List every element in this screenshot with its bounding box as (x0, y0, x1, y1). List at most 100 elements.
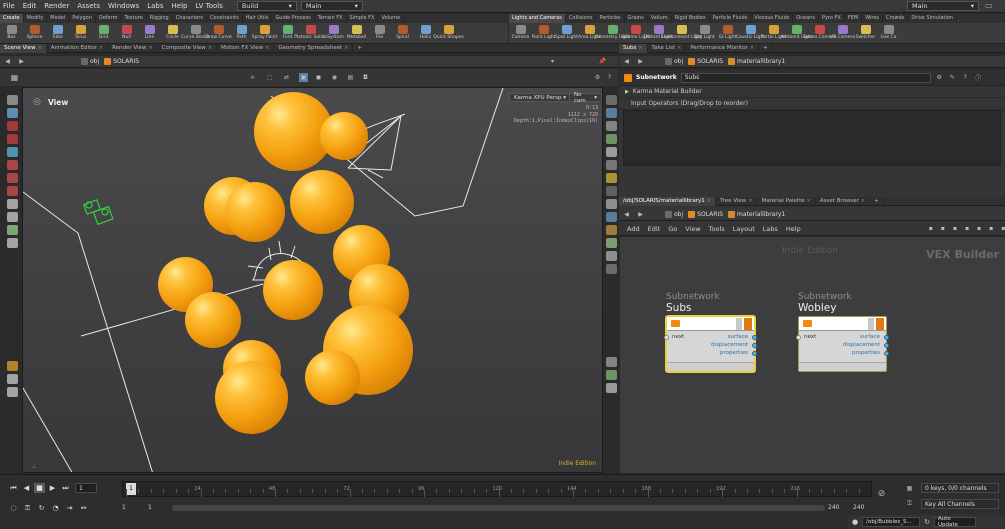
close-icon[interactable]: × (638, 45, 642, 51)
ref-icon[interactable] (605, 383, 617, 393)
current-frame-field[interactable]: 1 (75, 483, 97, 493)
step-back-icon[interactable]: ◀ (21, 483, 32, 493)
shelf-tool-spot-light[interactable]: Spot Light (555, 23, 578, 43)
jump-start-icon[interactable]: ⏮ (8, 483, 19, 493)
ghost-icon[interactable] (605, 160, 617, 170)
shelf-tab-characters[interactable]: Characters (173, 14, 208, 23)
end-frame[interactable]: 240 (828, 504, 839, 511)
display-flag-icon[interactable] (876, 318, 884, 330)
param-tab-0[interactable]: Subs × (619, 43, 648, 53)
shelf-tab-create[interactable]: Create (0, 14, 24, 23)
menu-lv-tools[interactable]: LV Tools (195, 2, 222, 10)
toggle-a-icon[interactable] (605, 108, 617, 118)
shelf-tab-simple-fx[interactable]: Simple FX (347, 14, 379, 23)
shelf-tool-distant-light[interactable]: Distant Light (644, 23, 673, 43)
shelf-tool-file[interactable]: File (368, 23, 391, 43)
scene-tab-0[interactable]: Scene View × (0, 43, 47, 53)
cap-tool-icon[interactable] (6, 387, 18, 397)
shelf-tab-crowds[interactable]: Crowds (883, 14, 909, 23)
shelf-tool-switcher[interactable]: Switcher (854, 23, 877, 43)
shelf-tab-viscous-fluids[interactable]: Viscous Fluids (751, 14, 794, 23)
list-icon[interactable]: ▪ (941, 224, 945, 233)
loop-icon[interactable]: ↻ (36, 503, 47, 513)
param-tab-2[interactable]: Performance Monitor × (686, 43, 760, 53)
menu-assets[interactable]: Assets (77, 2, 100, 10)
network-tab-1[interactable]: Tree View × (716, 196, 758, 206)
camera-tool-icon[interactable] (6, 225, 18, 235)
close-icon[interactable]: × (208, 45, 212, 51)
network-editor[interactable]: Indie Edition VEX Builder Subnetwork Subs… (620, 237, 1005, 473)
window-controls-icon[interactable]: ▭ (985, 1, 993, 10)
scene-tab-2[interactable]: Render View × (108, 43, 158, 53)
path-obj[interactable]: obj (81, 58, 99, 65)
scene-tab-3[interactable]: Composite View × (158, 43, 218, 53)
shelf-tool-helix[interactable]: Helix (414, 23, 437, 43)
shelf-tool-spray-paint[interactable]: Spray Paint (252, 23, 277, 43)
menu-edit[interactable]: Edit (23, 2, 37, 10)
palette-icon[interactable]: ▪ (977, 224, 981, 233)
chevron-down-icon[interactable]: ▾ (548, 57, 557, 66)
shelf-tab-rigid-bodies[interactable]: Rigid Bodies (672, 14, 710, 23)
input-operators-list[interactable] (623, 110, 1001, 166)
param-path-materiallibrary[interactable]: materiallibrary1 (728, 58, 785, 65)
shelf-tool-stereo-camera[interactable]: Stereo Camera (803, 23, 836, 43)
shelf-tool-font[interactable]: Font (276, 23, 299, 43)
scale-tool-icon[interactable] (6, 134, 18, 144)
light-tool-icon[interactable] (6, 238, 18, 248)
shelf-tool-quick-shapes[interactable]: Quick Shapes (433, 23, 464, 43)
forward-icon[interactable]: ▶ (636, 210, 645, 219)
net-menu-labs[interactable]: Labs (763, 225, 778, 233)
shelf-tool-sphere[interactable]: Sphere (23, 23, 46, 43)
grid-icon[interactable]: ▪ (953, 224, 957, 233)
handle-tool-icon[interactable] (6, 147, 18, 157)
output-port[interactable] (884, 351, 889, 356)
shelf-tool-vr-camera[interactable]: VR Camera (830, 23, 855, 43)
shelf-tab-drive-simulation[interactable]: Drive Simulation (908, 14, 957, 23)
right-desktop-dropdown[interactable]: Main ▾ (907, 1, 979, 11)
pin-icon[interactable]: 📌 (598, 57, 607, 66)
transform-icon[interactable]: ⇄ (282, 73, 291, 82)
scene-tab-1[interactable]: Animation Editor × (47, 43, 109, 53)
gear-icon[interactable]: ⚙ (593, 73, 602, 82)
net-path-materiallibrary[interactable]: materiallibrary1 (728, 211, 785, 218)
shelf-tool-path[interactable]: Path (230, 23, 253, 43)
desktop-dropdown[interactable]: Build ▾ (236, 1, 297, 11)
pose-tool-icon[interactable] (6, 160, 18, 170)
shelf-tab-polygon[interactable]: Polygon (69, 14, 96, 23)
refresh-icon[interactable]: ↻ (924, 518, 930, 526)
net-path-solaris[interactable]: SOLARIS (688, 211, 723, 218)
chat-icon[interactable]: ● (852, 518, 858, 526)
shelf-tool-l-system[interactable]: L-System (322, 23, 345, 43)
network-dropdown[interactable]: Main ▾ (300, 1, 363, 11)
shelf-tab-hair-utils[interactable]: Hair Utils (243, 14, 273, 23)
camera-icon[interactable]: ◉ (330, 73, 339, 82)
back-icon[interactable]: ◀ (622, 210, 631, 219)
playhead[interactable]: 1 (126, 483, 136, 495)
forward-icon[interactable]: ▶ (636, 57, 645, 66)
toggle-b-icon[interactable] (605, 121, 617, 131)
help-icon[interactable]: ? (605, 73, 614, 82)
close-icon[interactable]: × (750, 45, 754, 51)
shelf-tool-circle[interactable]: Circle (161, 23, 184, 43)
light-b-icon[interactable] (605, 225, 617, 235)
range-icon[interactable]: ↔ (78, 503, 89, 513)
node-body[interactable]: next surface displacement properties (796, 316, 889, 372)
view-tool-icon[interactable] (6, 199, 18, 209)
menu-render[interactable]: Render (44, 2, 69, 10)
input-port[interactable] (664, 335, 669, 340)
shade-icon[interactable] (605, 199, 617, 209)
menu-file[interactable]: File (3, 2, 15, 10)
shelf-tool-null[interactable]: Null (115, 23, 138, 43)
range-slider[interactable] (172, 505, 825, 511)
lock-tool-icon[interactable] (6, 212, 18, 222)
folder-karma-material-builder[interactable]: ▶ Karma Material Builder (619, 86, 1005, 98)
shelf-tab-particle-fluids[interactable]: Particle Fluids (710, 14, 752, 23)
shelf-tab-terrain-fx[interactable]: Terrain FX (315, 14, 347, 23)
key-channels-dropdown[interactable]: Key All Channels (921, 499, 999, 509)
shelf-tool-torus[interactable]: Torus (69, 23, 92, 43)
snap-icon[interactable]: ⟡ (248, 73, 257, 82)
node-body[interactable]: next surface displacement properties (664, 316, 757, 372)
shelf-tab-texture[interactable]: Texture (121, 14, 147, 23)
key-icon[interactable]: ⚿ (22, 503, 33, 513)
input-port[interactable] (796, 335, 801, 340)
